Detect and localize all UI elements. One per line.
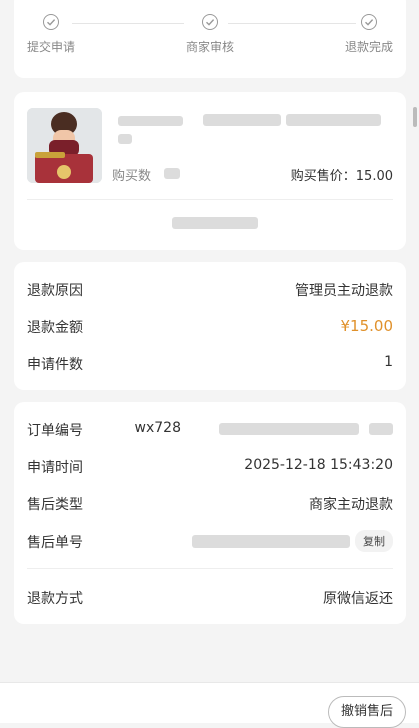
- shop-info-obscured: [172, 217, 258, 229]
- refund-reason-label: 退款原因: [27, 283, 83, 299]
- order-number-obscured: [219, 423, 359, 435]
- product-title-obscured: [118, 134, 132, 144]
- refund-method-label: 退款方式: [27, 591, 83, 607]
- bottom-action-bar: 撤销售后: [0, 682, 419, 728]
- order-number-value: wx728: [134, 420, 181, 436]
- refund-method-row: 退款方式 原微信返还: [27, 588, 393, 612]
- copy-button[interactable]: 复制: [355, 530, 393, 552]
- order-info-card: 订单编号 wx728 申请时间 2025-12-18 15:43:20 售后类型…: [14, 402, 406, 624]
- check-icon: [361, 14, 377, 30]
- after-sale-type-row: 售后类型 商家主动退款: [27, 494, 393, 518]
- purchase-price: 购买售价：15.00: [290, 169, 393, 184]
- cancel-after-sale-button[interactable]: 撤销售后: [328, 696, 406, 728]
- refund-reason-row: 退款原因 管理员主动退款: [27, 280, 393, 304]
- product-title-obscured: [118, 116, 183, 126]
- progress-card: 提交申请 商家审核 退款完成: [14, 0, 406, 78]
- refund-amount-row: 退款金额 ¥15.00: [27, 317, 393, 341]
- apply-time-row: 申请时间 2025-12-18 15:43:20: [27, 457, 393, 481]
- scrollbar[interactable]: [413, 107, 417, 127]
- after-sale-type-label: 售后类型: [27, 497, 83, 513]
- purchase-quantity-label: 购买数: [112, 169, 152, 184]
- step-submit: 提交申请: [6, 0, 96, 55]
- check-icon: [43, 14, 59, 30]
- divider: [27, 568, 393, 569]
- apply-count-label: 申请件数: [27, 357, 83, 373]
- after-sale-number-obscured: [192, 535, 350, 548]
- product-title-obscured: [286, 114, 381, 126]
- refund-info-card: 退款原因 管理员主动退款 退款金额 ¥15.00 申请件数 1: [14, 262, 406, 390]
- divider: [27, 199, 393, 200]
- product-title-obscured: [203, 114, 281, 126]
- apply-count-value: 1: [384, 354, 393, 370]
- after-sale-type-value: 商家主动退款: [309, 497, 393, 513]
- refund-method-value: 原微信返还: [323, 591, 393, 607]
- check-icon: [202, 14, 218, 30]
- step-label: 退款完成: [344, 40, 393, 54]
- step-label: 提交申请: [26, 40, 75, 54]
- apply-time-value: 2025-12-18 15:43:20: [244, 457, 393, 473]
- refund-amount-label: 退款金额: [27, 320, 83, 336]
- refund-reason-value: 管理员主动退款: [295, 283, 393, 299]
- quantity-obscured: [164, 168, 180, 179]
- after-sale-number-label: 售后单号: [27, 535, 83, 551]
- apply-time-label: 申请时间: [27, 460, 83, 476]
- step-label: 商家审核: [185, 40, 234, 54]
- product-thumbnail[interactable]: [27, 108, 102, 183]
- order-number-obscured: [369, 423, 393, 435]
- order-number-label: 订单编号: [27, 423, 83, 439]
- apply-count-row: 申请件数 1: [27, 354, 393, 378]
- step-review: 商家审核: [165, 0, 255, 55]
- step-complete: 退款完成: [324, 0, 414, 55]
- refund-amount-value: ¥15.00: [340, 317, 394, 335]
- product-card[interactable]: 购买数 购买售价：15.00: [14, 92, 406, 250]
